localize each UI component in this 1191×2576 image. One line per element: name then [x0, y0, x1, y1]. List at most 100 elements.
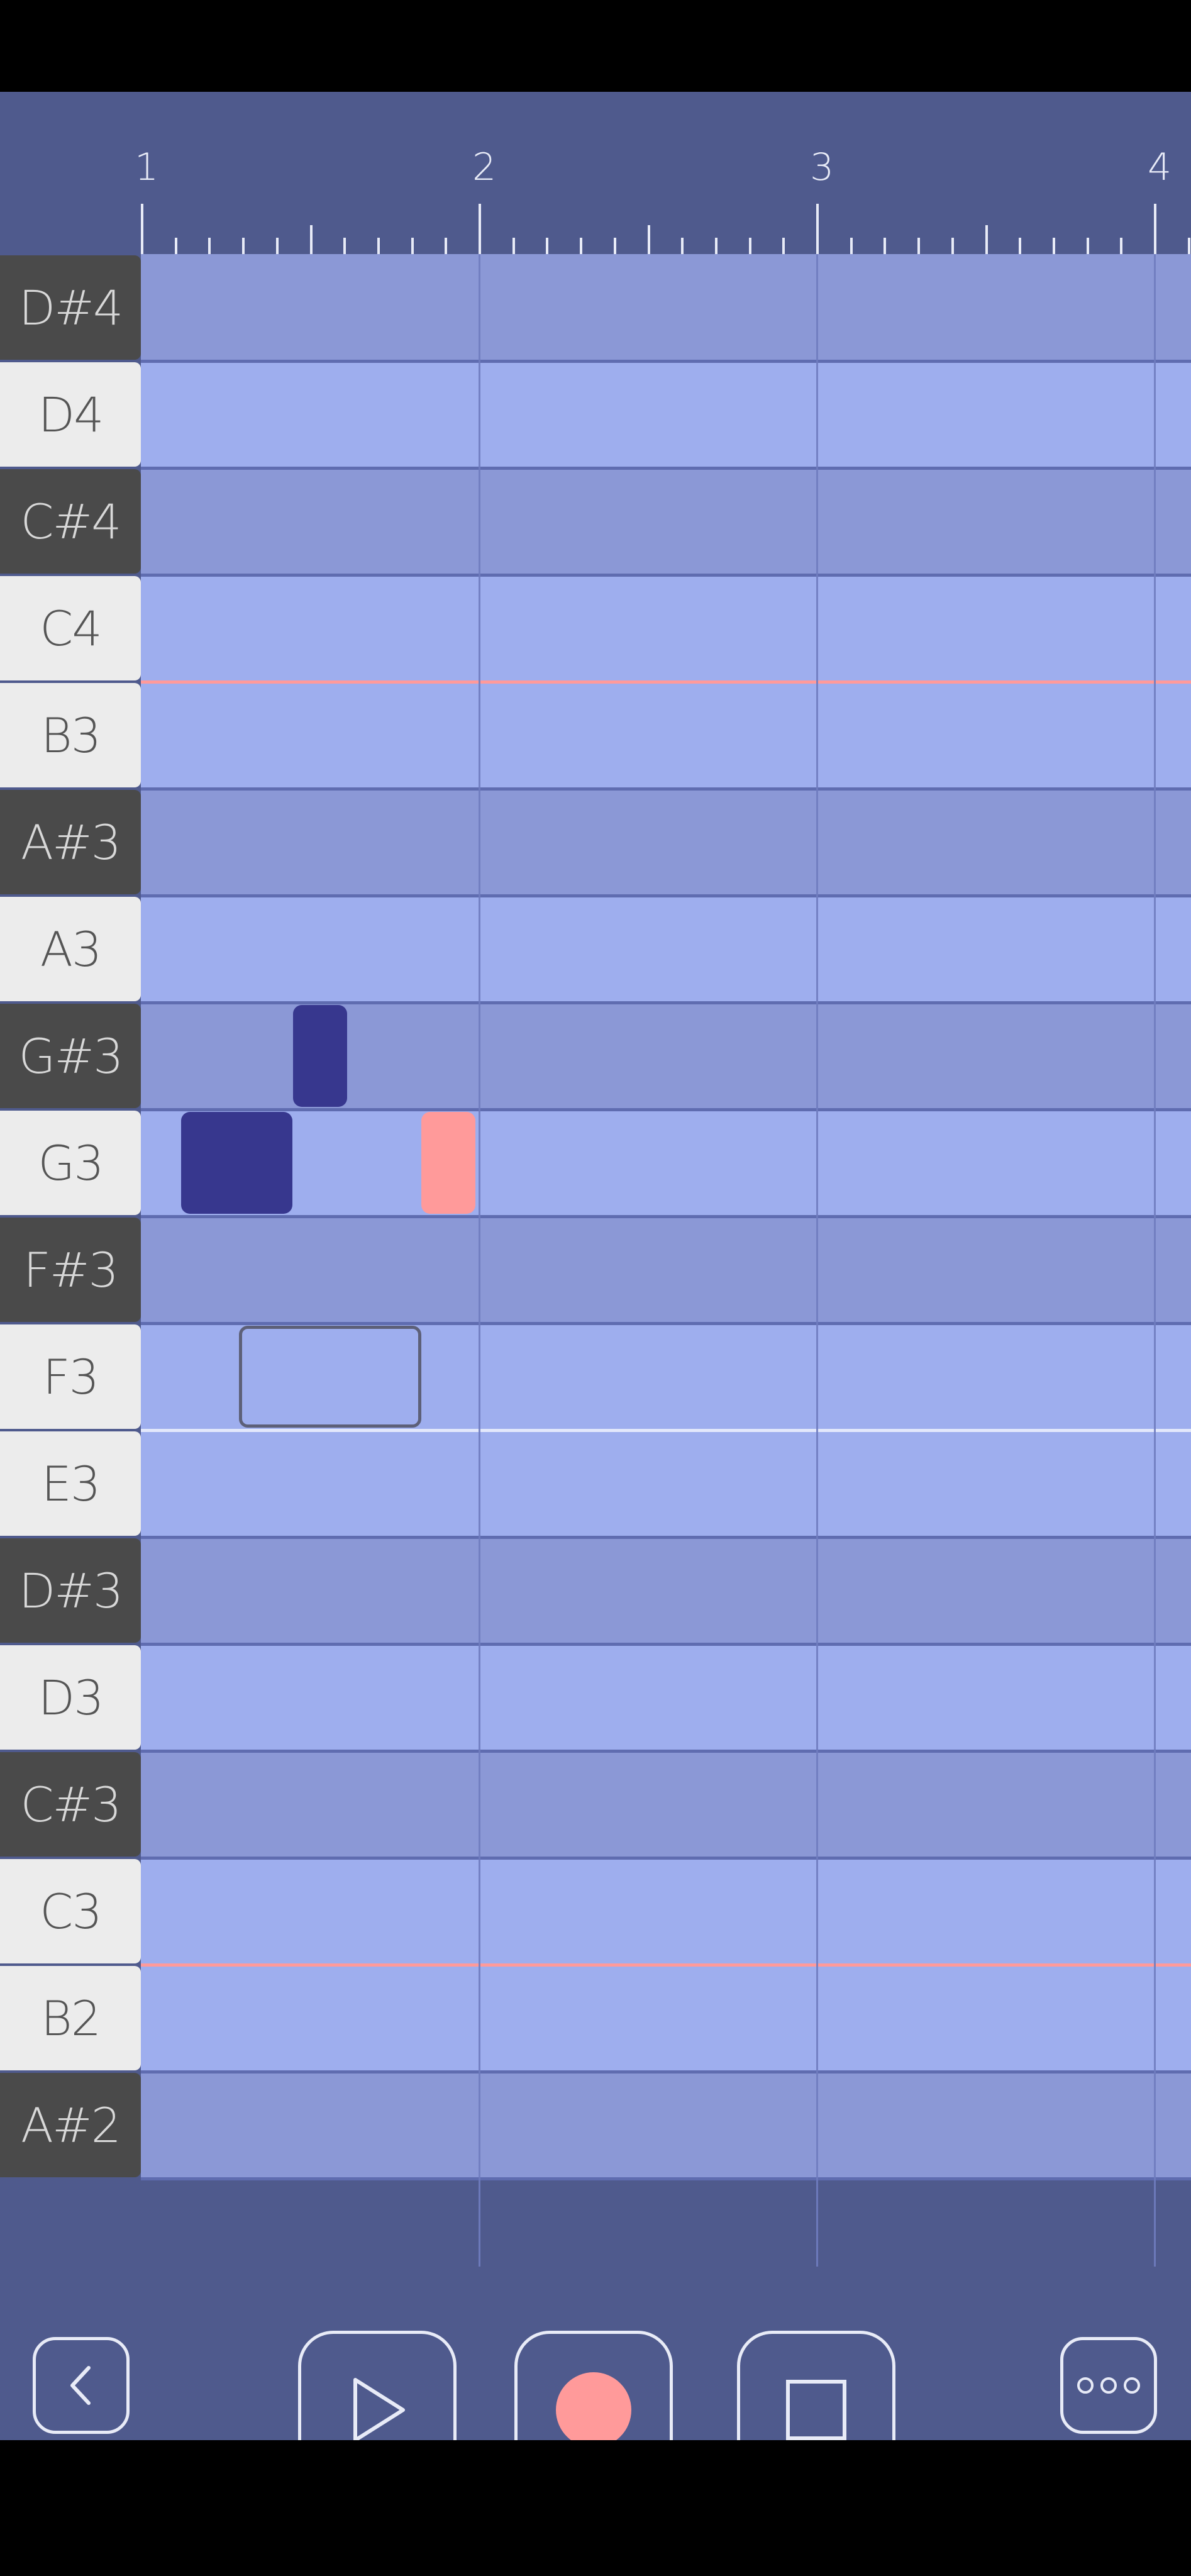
note-lane[interactable]: [141, 1216, 1191, 1323]
piano-key[interactable]: C#4: [0, 469, 141, 574]
note-placeholder-outline[interactable]: [239, 1326, 421, 1428]
ruler-tick: [479, 204, 481, 254]
ruler-tick: [445, 238, 447, 254]
ruler-tick: [850, 238, 853, 254]
piano-key[interactable]: G#3: [0, 1004, 141, 1108]
note-lane[interactable]: [141, 1965, 1191, 2072]
note-lane[interactable]: [141, 361, 1191, 468]
piano-row-dsharp4: D#4: [0, 254, 1191, 363]
note-lane[interactable]: [141, 1537, 1191, 1644]
ruler-tick: [917, 238, 920, 254]
note-lane[interactable]: [141, 1751, 1191, 1858]
row-separator: [141, 1322, 1191, 1325]
stop-button[interactable]: [737, 2331, 895, 2440]
piano-row-a3: A3: [0, 896, 1191, 1004]
bar-number-label: 3: [810, 145, 834, 189]
piano-row-dsharp3: D#3: [0, 1537, 1191, 1646]
record-button[interactable]: [514, 2331, 673, 2440]
row-separator: [141, 1001, 1191, 1004]
row-separator: [141, 1963, 1191, 1967]
note-lane[interactable]: [141, 1430, 1191, 1537]
midi-note[interactable]: [181, 1112, 292, 1214]
piano-key[interactable]: D3: [0, 1645, 141, 1750]
note-lane[interactable]: [141, 1109, 1191, 1216]
note-lane[interactable]: [141, 2072, 1191, 2179]
note-lane[interactable]: [141, 468, 1191, 575]
ruler-tick: [614, 238, 616, 254]
note-lane[interactable]: [141, 682, 1191, 789]
ruler-tick: [985, 225, 988, 254]
chevron-left-icon: [70, 2366, 91, 2405]
row-separator: [141, 1857, 1191, 1860]
piano-key[interactable]: B2: [0, 1966, 141, 2070]
bar-number-label: 1: [135, 145, 159, 189]
piano-row-c3: C3: [0, 1858, 1191, 1967]
ruler-tick: [715, 238, 717, 254]
piano-key[interactable]: E3: [0, 1431, 141, 1536]
ruler-tick: [411, 238, 414, 254]
midi-note[interactable]: [293, 1005, 347, 1107]
piano-key[interactable]: F3: [0, 1324, 141, 1429]
row-separator: [141, 574, 1191, 577]
ruler-tick: [951, 238, 954, 254]
piano-row-b2: B2: [0, 1965, 1191, 2074]
row-separator: [141, 360, 1191, 363]
play-icon: [353, 2378, 405, 2440]
piano-key[interactable]: F#3: [0, 1218, 141, 1322]
piano-key[interactable]: A3: [0, 897, 141, 1001]
record-icon: [556, 2372, 631, 2440]
piano-key[interactable]: C#3: [0, 1752, 141, 1857]
note-lane[interactable]: [141, 1858, 1191, 1965]
bar-line: [816, 254, 818, 2267]
row-separator: [141, 467, 1191, 470]
ruler-tick: [1120, 238, 1122, 254]
piano-row-d3: D3: [0, 1644, 1191, 1753]
ruler-tick: [141, 204, 143, 254]
piano-key[interactable]: D#3: [0, 1538, 141, 1643]
ruler-tick: [1053, 238, 1055, 254]
ruler-tick: [1154, 204, 1156, 254]
stop-icon: [786, 2380, 846, 2440]
ruler-tick: [782, 238, 785, 254]
piano-row-csharp3: C#3: [0, 1751, 1191, 1860]
note-lane[interactable]: [141, 896, 1191, 1002]
piano-row-e3: E3: [0, 1430, 1191, 1539]
midi-note[interactable]: [421, 1112, 475, 1214]
piano-key[interactable]: C4: [0, 576, 141, 680]
piano-key[interactable]: D4: [0, 362, 141, 467]
timeline-ruler[interactable]: 1 2 3 4: [0, 92, 1191, 254]
piano-row-f3: F3: [0, 1323, 1191, 1432]
row-separator: [141, 1643, 1191, 1646]
piano-row-gsharp3: G#3: [0, 1002, 1191, 1111]
ruler-tick: [816, 204, 819, 254]
play-button[interactable]: [298, 2331, 457, 2440]
ruler-tick: [512, 238, 515, 254]
piano-roll-grid[interactable]: D#4 D4 C#4 C4 B3 A#3 A3 G#3 G3 F#3 F3 E3 D#3 D3 C#3 C3 B…: [0, 254, 1191, 2267]
piano-key[interactable]: G3: [0, 1111, 141, 1215]
back-button[interactable]: [33, 2337, 130, 2434]
more-options-button[interactable]: [1060, 2337, 1157, 2434]
note-lane[interactable]: [141, 575, 1191, 682]
ruler-tick: [1019, 238, 1021, 254]
row-separator: [141, 2070, 1191, 2074]
ruler-tick: [1188, 238, 1190, 254]
piano-row-asharp2: A#2: [0, 2072, 1191, 2180]
ruler-tick: [580, 238, 582, 254]
piano-key[interactable]: A#3: [0, 790, 141, 894]
more-dots-icon: [1077, 2377, 1140, 2394]
ruler-tick: [1087, 238, 1089, 254]
piano-key[interactable]: D#4: [0, 255, 141, 360]
ruler-tick: [884, 238, 886, 254]
note-lane[interactable]: [141, 1644, 1191, 1751]
piano-row-c4: C4: [0, 575, 1191, 684]
piano-roll-app: 1234 D#4 D4 C#4 C4 B3 A#3 A3 G#3 G3 F#3 F3 E3 D#3 D3 C…: [0, 92, 1191, 2440]
bar-line: [1154, 254, 1156, 2267]
piano-key[interactable]: A#2: [0, 2073, 141, 2177]
note-lane[interactable]: [141, 254, 1191, 361]
note-lane[interactable]: [141, 789, 1191, 896]
piano-key[interactable]: B3: [0, 683, 141, 787]
bar-line: [479, 254, 480, 2267]
transport-controls: [0, 2267, 1191, 2440]
row-separator: [141, 2177, 1191, 2180]
piano-key[interactable]: C3: [0, 1859, 141, 1963]
